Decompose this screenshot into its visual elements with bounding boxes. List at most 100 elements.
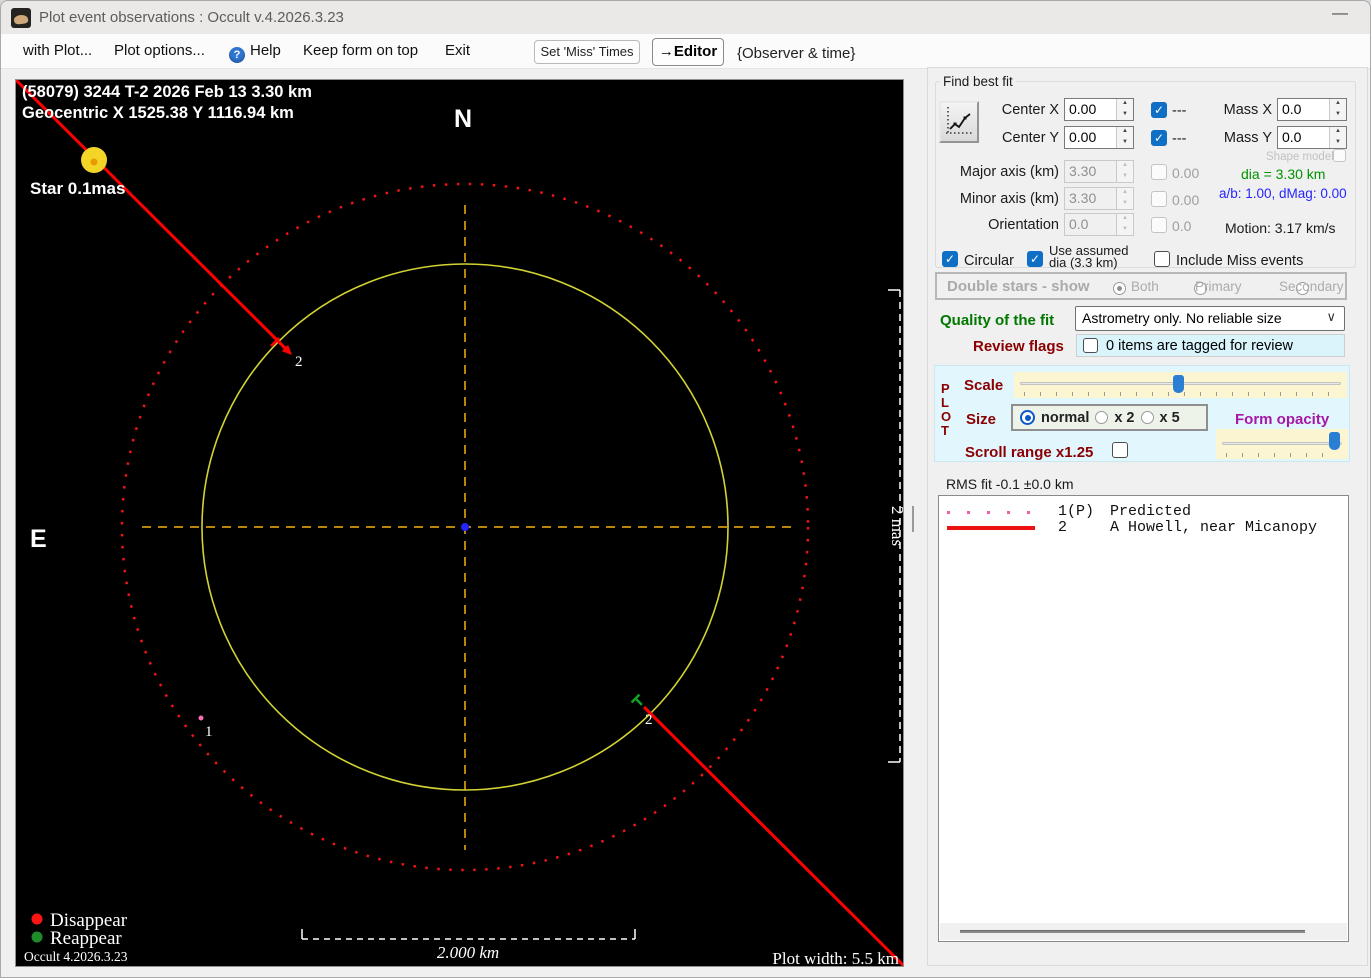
major-axis-spinner[interactable]: ▲ ▼: [1116, 161, 1133, 182]
center-y-spinner[interactable]: ▲ ▼: [1116, 127, 1133, 148]
predicted-point-dot: [198, 715, 204, 721]
minor-axis-spinner[interactable]: ▲ ▼: [1116, 188, 1133, 209]
size-x2-label: x 2: [1114, 409, 1135, 426]
app-window: Plot event observations : Occult v.4.202…: [0, 0, 1371, 978]
quality-of-fit-label: Quality of the fit: [940, 312, 1055, 329]
minimize-button[interactable]: —: [1332, 5, 1348, 23]
legend-horizontal-scrollbar[interactable]: [940, 923, 1347, 940]
double-stars-group: Double stars - show Both Primary Seconda…: [935, 272, 1347, 300]
reappear-marker-stem: [634, 697, 643, 706]
app-icon: [11, 7, 31, 28]
form-opacity-slider-thumb[interactable]: [1329, 432, 1340, 450]
diameter-text: dia = 3.30 km: [1241, 166, 1326, 182]
plot-controls-panel: PLOT Scale Size normal x 2 x 5 Form opac…: [934, 365, 1350, 462]
center-x-input[interactable]: 0.00 ▲ ▼: [1064, 98, 1134, 121]
shape-model-label: Shape model: [1266, 151, 1334, 163]
center-x-spinner[interactable]: ▲ ▼: [1116, 99, 1133, 120]
panel-splitter-handle[interactable]: [912, 506, 914, 532]
shape-model-checkbox[interactable]: [1333, 149, 1346, 162]
right-panel: Find best fit Center X 0.00 ▲ ▼ ✓ --- Mas…: [927, 67, 1368, 966]
mass-y-label: Mass Y: [1223, 130, 1272, 146]
center-y-label: Center Y: [1002, 130, 1059, 146]
center-y-dash: ---: [1172, 131, 1187, 147]
review-flags-label: Review flags: [973, 338, 1064, 355]
set-miss-times-button[interactable]: Set 'Miss' Times: [534, 40, 640, 64]
double-stars-both-label: Both: [1131, 279, 1159, 294]
circular-checkbox[interactable]: ✓: [942, 251, 958, 267]
center-x-dash: ---: [1172, 103, 1187, 119]
size-radio-group: normal x 2 x 5: [1011, 404, 1208, 431]
major-axis-sigma: 0.00: [1172, 165, 1200, 181]
minor-axis-input[interactable]: 3.30 ▲ ▼: [1064, 187, 1134, 210]
form-opacity-label: Form opacity: [1235, 411, 1330, 428]
orientation-spinner[interactable]: ▲ ▼: [1116, 214, 1133, 235]
mass-x-label: Mass X: [1223, 102, 1272, 118]
scale-slider-thumb[interactable]: [1173, 375, 1184, 393]
include-miss-checkbox[interactable]: [1154, 251, 1170, 267]
menu-help[interactable]: ? Help: [229, 42, 281, 63]
minor-axis-sigma: 0.00: [1172, 192, 1200, 208]
legend-scrollbar-thumb[interactable]: [960, 930, 1305, 933]
menu-plot-options[interactable]: Plot options...: [114, 42, 205, 59]
quality-dropdown[interactable]: Astrometry only. No reliable size ∨: [1075, 306, 1345, 331]
editor-button[interactable]: →Editor: [652, 38, 724, 66]
title-bar: Plot event observations : Occult v.4.202…: [1, 1, 1370, 34]
plot-vertical-label: PLOT: [941, 381, 952, 438]
reappear-dot: [31, 931, 43, 943]
size-radio-normal[interactable]: [1020, 410, 1035, 425]
size-normal-label: normal: [1041, 409, 1090, 426]
rms-fit-label: RMS fit -0.1 ±0.0 km: [946, 476, 1074, 492]
use-assumed-dia-checkbox[interactable]: ✓: [1027, 251, 1043, 267]
size-radio-x5[interactable]: [1140, 411, 1154, 424]
legend-swatch-predicted: [947, 511, 1035, 514]
include-miss-label: Include Miss events: [1176, 253, 1304, 269]
scale-slider[interactable]: [1014, 372, 1347, 398]
review-flags-box: 0 items are tagged for review: [1076, 334, 1345, 357]
east-label: E: [30, 525, 47, 553]
plot-title-line1: (58079) 3244 T-2 2026 Feb 13 3.30 km: [22, 83, 312, 101]
center-x-checkbox[interactable]: ✓: [1151, 102, 1167, 118]
form-opacity-slider[interactable]: [1216, 429, 1348, 459]
center-x-label: Center X: [1001, 102, 1059, 118]
chord-line-bottom[interactable]: [642, 705, 903, 966]
double-stars-radio-both[interactable]: [1113, 282, 1126, 295]
find-best-fit-group: Find best fit Center X 0.00 ▲ ▼ ✓ --- Mas…: [935, 74, 1356, 269]
scroll-range-checkbox[interactable]: [1112, 442, 1128, 458]
chord-bottom-label: 2: [645, 712, 653, 728]
menu-with-plot[interactable]: with Plot...: [23, 42, 92, 59]
plot-canvas[interactable]: 2 2 1 Star 0.1mas (58079) 3244 T-2 2026 …: [16, 80, 903, 966]
predicted-point-label: 1: [205, 724, 213, 740]
legend-id: 1(P): [1058, 503, 1095, 520]
orientation-checkbox[interactable]: [1151, 217, 1167, 233]
mass-y-input[interactable]: 0.0 ▲ ▼: [1277, 126, 1347, 149]
menu-exit[interactable]: Exit: [445, 42, 470, 59]
double-stars-primary-label: Primary: [1195, 279, 1242, 294]
orientation-input[interactable]: 0.0 ▲ ▼: [1064, 213, 1134, 236]
center-y-input[interactable]: 0.00 ▲ ▼: [1064, 126, 1134, 149]
size-label: Size: [966, 411, 997, 428]
north-label: N: [454, 105, 472, 133]
reappear-label: Reappear: [50, 928, 122, 949]
disappear-dot: [31, 913, 43, 925]
minor-axis-checkbox[interactable]: [1151, 191, 1167, 207]
review-flags-checkbox[interactable]: [1083, 338, 1098, 353]
orientation-label: Orientation: [988, 217, 1059, 233]
major-axis-checkbox[interactable]: [1151, 164, 1167, 180]
help-icon: ?: [229, 47, 245, 63]
legend-name: A Howell, near Micanopy: [1110, 519, 1318, 536]
size-radio-x2[interactable]: [1095, 411, 1109, 424]
observation-legend-list[interactable]: 1(P) Predicted 2 A Howell, near Micanopy: [938, 495, 1349, 942]
size-x5-label: x 5: [1159, 409, 1180, 426]
mass-y-spinner[interactable]: ▲ ▼: [1329, 127, 1346, 148]
minor-axis-label: Minor axis (km): [959, 191, 1059, 207]
mass-x-input[interactable]: 0.0 ▲ ▼: [1277, 98, 1347, 121]
major-axis-input[interactable]: 3.30 ▲ ▼: [1064, 160, 1134, 183]
orientation-sigma: 0.0: [1172, 218, 1192, 234]
window-title: Plot event observations : Occult v.4.202…: [39, 9, 344, 26]
circular-label: Circular: [964, 253, 1014, 269]
review-flags-text: 0 items are tagged for review: [1106, 338, 1293, 354]
double-stars-title: Double stars - show: [947, 278, 1090, 295]
menu-keep-on-top[interactable]: Keep form on top: [303, 42, 418, 59]
mass-x-spinner[interactable]: ▲ ▼: [1329, 99, 1346, 120]
center-y-checkbox[interactable]: ✓: [1151, 130, 1167, 146]
